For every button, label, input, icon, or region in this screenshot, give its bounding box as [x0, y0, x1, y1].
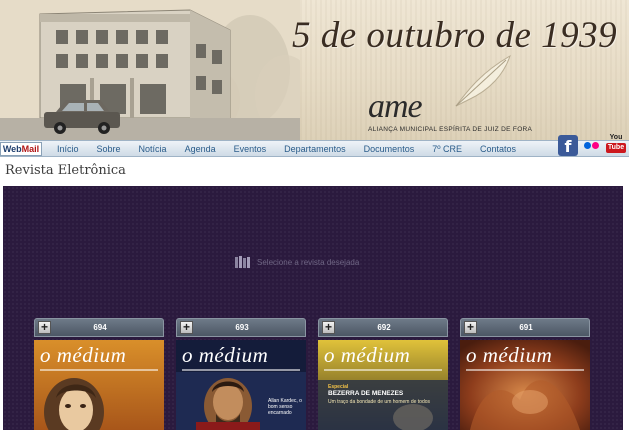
magazine-header: 692 + [318, 318, 448, 337]
nav-item-departamentos[interactable]: Departamentos [275, 141, 355, 157]
feather-quill-icon [455, 54, 511, 107]
expand-plus-icon[interactable]: + [180, 321, 193, 334]
cover-title: o médium [324, 343, 411, 367]
select-hint-text: Selecione a revista desejada [257, 257, 360, 267]
select-hint: Selecione a revista desejada [235, 256, 359, 268]
logo-tagline: ALIANÇA MUNICIPAL ESPÍRITA DE JUIZ DE FO… [368, 126, 533, 133]
youtube-icon[interactable]: You Tube [606, 134, 626, 156]
magazine-card-692[interactable]: 692 + o médium Especial BEZERRA DE MENEZ… [318, 318, 448, 430]
cover-title: o médium [182, 343, 269, 367]
page-title: Revista Eletrônica [5, 163, 126, 178]
magazine-number: 693 [235, 323, 249, 332]
building-illustration [0, 0, 300, 140]
cover-title: o médium [466, 343, 553, 367]
nav-item-documentos[interactable]: Documentos [355, 141, 424, 157]
main-nav: WebMail Início Sobre Notícia Agenda Even… [0, 140, 629, 157]
expand-plus-icon[interactable]: + [38, 321, 51, 334]
ame-logo[interactable]: ame [368, 88, 423, 126]
facebook-icon[interactable]: f [558, 134, 578, 156]
magazine-cover[interactable]: o médium Especial BEZERRA DE MENEZES Um … [318, 340, 448, 430]
books-icon [235, 256, 250, 268]
youtube-you-label: You [609, 134, 623, 141]
magazine-card-693[interactable]: 693 + o médium Allan Kardec, o bom senso… [176, 318, 306, 430]
cover-divider [40, 369, 158, 371]
webmail-button[interactable]: WebMail [0, 142, 42, 156]
flickr-icon[interactable] [581, 135, 603, 155]
nav-item-contatos[interactable]: Contatos [471, 141, 525, 157]
magazine-viewer: Selecione a revista desejada 694 + o méd… [3, 186, 623, 430]
social-links: f You Tube [558, 133, 626, 157]
nav-item-sobre[interactable]: Sobre [88, 141, 130, 157]
magazine-card-691[interactable]: 691 + o médium [460, 318, 590, 430]
magazine-number: 692 [377, 323, 391, 332]
expand-plus-icon[interactable]: + [464, 321, 477, 334]
cover-title: o médium [40, 343, 127, 367]
webmail-label-mail: Mail [21, 144, 40, 154]
cover-side-text: Allan Kardec, o bom senso encarnado [268, 398, 302, 416]
nav-item-noticia[interactable]: Notícia [130, 141, 176, 157]
magazine-header: 693 + [176, 318, 306, 337]
nav-item-inicio[interactable]: Início [48, 141, 88, 157]
youtube-tube-label: Tube [606, 143, 626, 153]
magazine-cover[interactable]: o médium Allan Kardec, o bom senso encar… [176, 340, 306, 430]
magazine-header: 694 + [34, 318, 164, 337]
nav-item-7-cre[interactable]: 7º CRE [423, 141, 471, 157]
magazine-card-694[interactable]: 694 + o médium [34, 318, 164, 430]
cover-caption: Um traço da bondade de um homem de todos [328, 399, 431, 405]
cover-divider [324, 369, 442, 371]
cover-divider [466, 369, 584, 371]
magazine-header: 691 + [460, 318, 590, 337]
magazine-cover[interactable]: o médium [34, 340, 164, 430]
nav-items: Início Sobre Notícia Agenda Eventos Depa… [48, 141, 525, 157]
nav-item-eventos[interactable]: Eventos [225, 141, 276, 157]
magazine-number: 691 [519, 323, 533, 332]
nav-item-agenda[interactable]: Agenda [176, 141, 225, 157]
magazine-number: 694 [93, 323, 107, 332]
magazine-cover[interactable]: o médium [460, 340, 590, 430]
cover-divider [182, 369, 300, 371]
webmail-label-web: Web [2, 144, 22, 154]
cover-headline: BEZERRA DE MENEZES [328, 390, 404, 397]
header-banner: 5 de outubro de 1939 ame ALIANÇA MUNICIP… [0, 0, 629, 140]
expand-plus-icon[interactable]: + [322, 321, 335, 334]
